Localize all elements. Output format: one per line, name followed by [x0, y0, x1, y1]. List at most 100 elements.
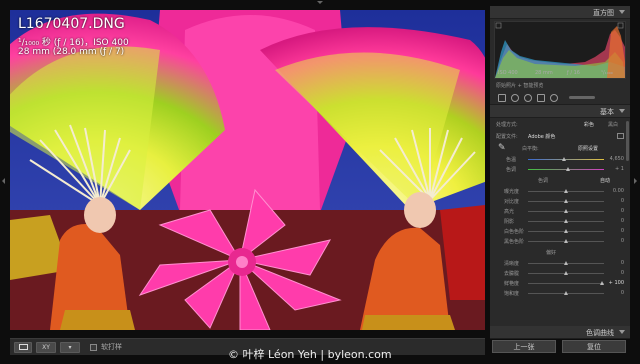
- contrast-label: 对比度: [504, 199, 520, 205]
- eyedropper-icon[interactable]: ✎: [498, 143, 506, 153]
- vibrance-slider[interactable]: [528, 281, 604, 285]
- presence-row: 偏好: [490, 246, 630, 258]
- histogram: ISO 400 28 mm ƒ / 16 ¹/₁₀₀₀: [494, 21, 626, 79]
- texture-row: 清晰度 0: [490, 258, 630, 268]
- brush-slider[interactable]: [569, 96, 595, 99]
- tint-value[interactable]: + 1: [615, 166, 624, 172]
- vibrance-slider-knob[interactable]: [600, 281, 604, 285]
- collapse-triangle-icon: [619, 109, 625, 113]
- top-panel-toggle-icon[interactable]: [317, 1, 323, 4]
- whites-value[interactable]: 0: [621, 228, 624, 234]
- exposure-value[interactable]: 0.00: [613, 188, 624, 194]
- tool-strip: [490, 91, 630, 105]
- tone-curve-panel-header[interactable]: 色调曲线: [490, 326, 630, 339]
- blacks-value[interactable]: 0: [621, 238, 624, 244]
- exposure-slider-knob[interactable]: [564, 189, 568, 193]
- red-eye-icon[interactable]: [524, 93, 532, 102]
- contrast-slider-knob[interactable]: [564, 199, 568, 203]
- clarity-label: 清晰度: [504, 261, 520, 267]
- temp-value[interactable]: 4,650: [610, 156, 624, 162]
- photo-filename: L1670407.DNG: [18, 16, 125, 32]
- shadows-slider[interactable]: [528, 219, 604, 223]
- histogram-shutter: ¹/₁₀₀₀: [601, 70, 613, 76]
- before-after-button[interactable]: ▾: [60, 341, 80, 353]
- wb-label: 白平衡:: [522, 146, 539, 152]
- blacks-slider-knob[interactable]: [564, 239, 568, 243]
- radial-filter-icon[interactable]: [550, 93, 558, 102]
- whites-row: 白色色阶 0: [490, 226, 630, 236]
- dehaze-slider-knob[interactable]: [564, 271, 568, 275]
- panel-scrollbar[interactable]: [626, 121, 629, 161]
- temp-slider-knob[interactable]: [562, 157, 566, 161]
- dehaze-slider[interactable]: [528, 271, 604, 275]
- histogram-title: 直方图: [593, 9, 614, 17]
- loupe-view-button[interactable]: [14, 341, 32, 353]
- saturation-label: 饱和度: [504, 291, 520, 297]
- collapse-triangle-icon: [619, 10, 625, 14]
- shadows-value[interactable]: 0: [621, 218, 624, 224]
- dehaze-row: 去朦胧 0: [490, 268, 630, 278]
- whites-label: 白色色阶: [504, 229, 525, 235]
- original-photo-label: 原始照片 + 智能预览: [496, 83, 544, 89]
- profile-browser-icon[interactable]: [617, 133, 624, 139]
- clarity-value[interactable]: 0: [621, 260, 624, 266]
- treatment-row: 处理方式: 彩色 黑白: [490, 118, 630, 130]
- clarity-slider[interactable]: [528, 261, 604, 265]
- temp-slider[interactable]: [528, 157, 604, 161]
- tint-slider[interactable]: [528, 167, 604, 171]
- highlights-slider[interactable]: [528, 209, 604, 213]
- exposure-label: 曝光度: [504, 189, 520, 195]
- exposure-slider[interactable]: [528, 189, 604, 193]
- clarity-slider-knob[interactable]: [564, 261, 568, 265]
- loupe-view-icon: [18, 344, 28, 350]
- contrast-value[interactable]: 0: [621, 198, 624, 204]
- saturation-slider[interactable]: [528, 291, 604, 295]
- soft-proofing-checkbox[interactable]: [90, 343, 97, 351]
- basic-panel-header[interactable]: 基本: [490, 105, 630, 118]
- tone-curve-title: 色调曲线: [586, 329, 614, 337]
- treatment-color-option[interactable]: 彩色: [584, 121, 594, 128]
- temp-row: 色温 4,650: [490, 154, 630, 164]
- compare-view-button[interactable]: XY: [36, 341, 56, 353]
- auto-tone-button[interactable]: 自动: [600, 177, 610, 184]
- watermark: © 叶梓 Léon Yeh | byleon.com: [228, 348, 392, 361]
- blacks-slider[interactable]: [528, 239, 604, 243]
- reset-button[interactable]: 复位: [562, 340, 626, 353]
- shadows-row: 阴影 0: [490, 216, 630, 226]
- contrast-slider[interactable]: [528, 199, 604, 203]
- whites-slider-knob[interactable]: [564, 229, 568, 233]
- profile-dropdown[interactable]: Adobe 颜色: [528, 133, 555, 140]
- previous-button[interactable]: 上一张: [492, 340, 556, 353]
- tone-label: 色调: [538, 178, 549, 184]
- highlights-row: 高光 0: [490, 206, 630, 216]
- whites-slider[interactable]: [528, 229, 604, 233]
- blacks-row: 黑色色阶 0: [490, 236, 630, 246]
- histogram-panel-header[interactable]: 直方图: [490, 6, 630, 19]
- vibrance-value[interactable]: + 100: [609, 280, 624, 286]
- shadows-slider-knob[interactable]: [564, 219, 568, 223]
- highlights-slider-knob[interactable]: [564, 209, 568, 213]
- crop-tool-icon[interactable]: [498, 93, 506, 102]
- graduated-filter-icon[interactable]: [537, 93, 545, 102]
- presence-label: 偏好: [546, 250, 557, 256]
- spot-removal-icon[interactable]: [511, 93, 519, 102]
- right-panel-toggle-icon[interactable]: [634, 178, 637, 184]
- profile-row: 配置文件: Adobe 颜色: [490, 130, 630, 142]
- shadows-label: 阴影: [504, 219, 515, 225]
- basic-title: 基本: [600, 108, 614, 116]
- saturation-row: 饱和度 0: [490, 288, 630, 298]
- highlights-value[interactable]: 0: [621, 208, 624, 214]
- tint-slider-knob[interactable]: [566, 167, 570, 171]
- saturation-slider-knob[interactable]: [564, 291, 568, 295]
- saturation-value[interactable]: 0: [621, 290, 624, 296]
- treatment-bw-option[interactable]: 黑白: [608, 121, 618, 128]
- white-balance-row: ✎ 白平衡: 原照设置: [490, 142, 630, 154]
- left-panel-toggle-icon[interactable]: [2, 178, 5, 184]
- photo-preview[interactable]: L1670407.DNG ¹/₁₀₀₀ 秒 (ƒ / 16)，ISO 400 2…: [10, 10, 485, 330]
- photo-focal-info: 28 mm (28.0 mm (ƒ / 7): [18, 47, 125, 57]
- exposure-row: 曝光度 0.00: [490, 186, 630, 196]
- dehaze-value[interactable]: 0: [621, 270, 624, 276]
- tone-row: 色调 自动: [490, 174, 630, 186]
- wb-dropdown[interactable]: 原照设置: [578, 145, 598, 152]
- soft-proofing-label: 软打样: [101, 343, 122, 351]
